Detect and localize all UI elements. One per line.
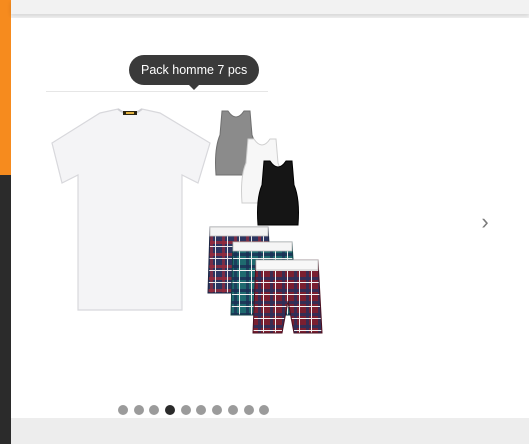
carousel-dot-active[interactable] <box>165 405 176 415</box>
carousel-dot[interactable] <box>212 405 223 415</box>
top-bar <box>11 0 529 14</box>
carousel-dot[interactable] <box>118 405 128 415</box>
carousel-dot[interactable] <box>227 405 238 415</box>
carousel-dot[interactable] <box>133 405 144 415</box>
tooltip-text: Pack homme 7 pcs <box>141 63 248 77</box>
carousel-dot[interactable] <box>243 405 254 415</box>
carousel-pagination <box>118 405 270 417</box>
tshirt-icon <box>51 108 211 311</box>
product-name-tooltip: Pack homme 7 pcs <box>129 55 260 90</box>
sidebar-accent-bar <box>0 0 11 175</box>
carousel-dot[interactable] <box>149 405 160 415</box>
boxer-shorts-icon <box>207 226 323 334</box>
tooltip-tail <box>189 85 200 90</box>
carousel-dot[interactable] <box>180 405 191 415</box>
tank-top-icon <box>215 110 299 226</box>
carousel-dot[interactable] <box>196 405 207 415</box>
divider <box>46 91 268 92</box>
carousel-dot[interactable] <box>259 405 270 415</box>
bottom-band <box>11 418 529 444</box>
product-image[interactable] <box>50 105 330 340</box>
next-arrow-icon[interactable]: › <box>475 210 495 234</box>
left-sidebar-strip <box>0 0 11 444</box>
